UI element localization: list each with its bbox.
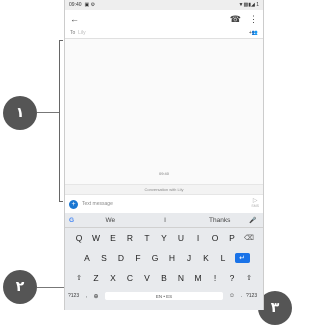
microphone-icon[interactable]: 🎤 bbox=[247, 217, 259, 224]
send-sms-label: SMS bbox=[251, 204, 259, 208]
attach-plus-icon[interactable]: + bbox=[69, 199, 78, 209]
to-label: To bbox=[70, 30, 76, 36]
space-bar[interactable]: EN • ES bbox=[105, 292, 223, 300]
comma-key[interactable]: , bbox=[82, 293, 91, 299]
status-time: 09:40 bbox=[69, 2, 82, 8]
key-row-1: Q W E R T Y U I O P ⌫ bbox=[65, 228, 263, 248]
message-timestamp: 09:40 bbox=[158, 171, 169, 176]
callout-2: ٢ bbox=[3, 270, 37, 304]
key-a[interactable]: A bbox=[79, 253, 96, 263]
key-m[interactable]: M bbox=[190, 273, 207, 283]
key-d[interactable]: D bbox=[113, 253, 130, 263]
app-bar: ← ☎ ⋮ bbox=[65, 10, 263, 28]
key-row-2: A S D F G H J K L ↵ bbox=[65, 248, 263, 268]
key-u[interactable]: U bbox=[173, 233, 190, 243]
add-contact-icon[interactable]: +👥 bbox=[249, 30, 258, 36]
send-button[interactable]: ▷ SMS bbox=[251, 198, 259, 209]
key-z[interactable]: Z bbox=[88, 273, 105, 283]
conversation-with-label: Conversation with Lily bbox=[65, 184, 263, 195]
key-q[interactable]: Q bbox=[71, 233, 88, 243]
key-k[interactable]: K bbox=[198, 253, 215, 263]
key-n[interactable]: N bbox=[173, 273, 190, 283]
key-b[interactable]: B bbox=[156, 273, 173, 283]
callout-1-line bbox=[37, 112, 59, 113]
recipient-field[interactable]: To Lily +👥 bbox=[65, 28, 263, 39]
back-arrow-icon[interactable]: ← bbox=[70, 14, 79, 24]
key-r[interactable]: R bbox=[122, 233, 139, 243]
status-right-icons: ▼▩▮◢ 1 bbox=[238, 2, 259, 8]
key-x[interactable]: X bbox=[105, 273, 122, 283]
key-s[interactable]: S bbox=[96, 253, 113, 263]
callout-1-bracket bbox=[59, 40, 63, 202]
phone-call-icon[interactable]: ☎ bbox=[230, 14, 241, 25]
recipient-chip[interactable]: Lily bbox=[78, 30, 86, 36]
key-f[interactable]: F bbox=[130, 253, 147, 263]
key-j[interactable]: J bbox=[181, 253, 198, 263]
key-o[interactable]: O bbox=[207, 233, 224, 243]
key-row-bottom: ?123 , ⊕ EN • ES ☺ . ?123 bbox=[65, 288, 263, 304]
key-exclamation[interactable]: ! bbox=[207, 273, 224, 283]
suggestion-word[interactable]: We bbox=[83, 217, 138, 224]
key-v[interactable]: V bbox=[139, 273, 156, 283]
shift-right-icon[interactable]: ⇧ bbox=[241, 274, 258, 282]
more-menu-icon[interactable]: ⋮ bbox=[249, 14, 258, 25]
status-left-icons: ▣ ⚙ bbox=[84, 2, 96, 8]
key-i[interactable]: I bbox=[190, 233, 207, 243]
period-key[interactable]: . bbox=[237, 293, 246, 299]
status-bar: 09:40 ▣ ⚙ ▼▩▮◢ 1 bbox=[65, 0, 263, 10]
compose-bar: + Text message ▷ SMS bbox=[65, 195, 263, 213]
key-row-3: ⇧ Z X C V B N M ! ? ⇧ bbox=[65, 268, 263, 288]
numbers-symbols-key-right[interactable]: ?123 bbox=[246, 293, 260, 299]
text-message-input[interactable]: Text message bbox=[82, 201, 113, 207]
key-e[interactable]: E bbox=[105, 233, 122, 243]
emoji-icon[interactable]: ☺ bbox=[227, 293, 237, 299]
numbers-symbols-key[interactable]: ?123 bbox=[68, 293, 82, 299]
suggestion-word[interactable]: I bbox=[138, 217, 193, 224]
key-l[interactable]: L bbox=[215, 253, 232, 263]
conversation-area: 09:40 bbox=[65, 39, 263, 184]
google-g-icon[interactable]: G bbox=[69, 217, 83, 224]
keyboard: G We I Thanks 🎤 Q W E R T Y U I O P ⌫ A … bbox=[65, 213, 263, 310]
suggestion-strip: G We I Thanks 🎤 bbox=[65, 214, 263, 228]
phone-screen: 09:40 ▣ ⚙ ▼▩▮◢ 1 ← ☎ ⋮ To Lily +👥 09:40 … bbox=[64, 0, 264, 310]
callout-1: ١ bbox=[3, 96, 37, 130]
key-question[interactable]: ? bbox=[224, 273, 241, 283]
suggestion-word[interactable]: Thanks bbox=[192, 217, 247, 224]
backspace-icon[interactable]: ⌫ bbox=[241, 234, 258, 242]
key-h[interactable]: H bbox=[164, 253, 181, 263]
key-y[interactable]: Y bbox=[156, 233, 173, 243]
key-t[interactable]: T bbox=[139, 233, 156, 243]
shift-icon[interactable]: ⇧ bbox=[71, 274, 88, 282]
key-p[interactable]: P bbox=[224, 233, 241, 243]
globe-icon[interactable]: ⊕ bbox=[91, 293, 101, 300]
enter-icon[interactable]: ↵ bbox=[234, 253, 250, 263]
key-w[interactable]: W bbox=[88, 233, 105, 243]
key-g[interactable]: G bbox=[147, 253, 164, 263]
key-c[interactable]: C bbox=[122, 273, 139, 283]
